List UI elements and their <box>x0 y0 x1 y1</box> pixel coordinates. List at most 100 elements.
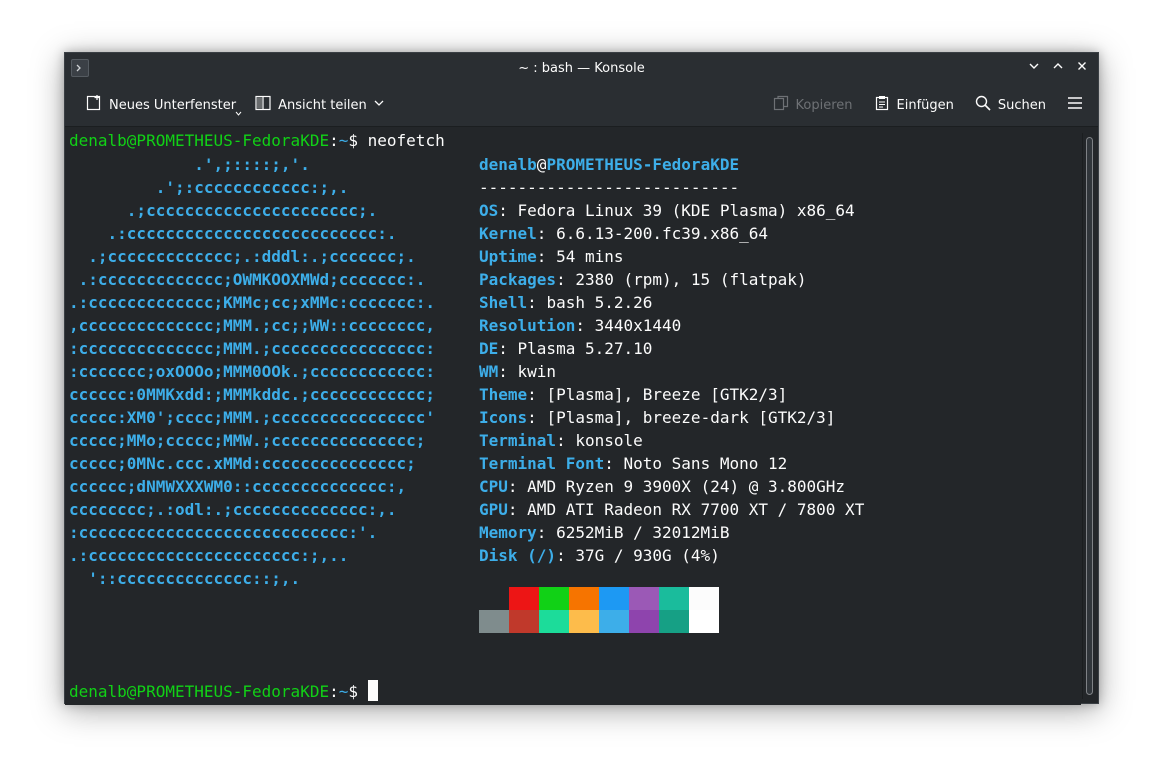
chevron-down-icon <box>373 97 385 113</box>
minimize-button[interactable] <box>1024 58 1044 78</box>
color-swatch <box>539 610 569 633</box>
maximize-button[interactable] <box>1048 58 1068 78</box>
info-row: Resolution: 3440x1440 <box>479 314 864 337</box>
ascii-art-line: .';:cccccccccccc:;,. <box>69 178 349 197</box>
new-tab-button[interactable]: Neues Unterfenster <box>81 90 242 120</box>
copy-label: Kopieren <box>795 97 853 113</box>
color-swatch <box>539 587 569 610</box>
info-value: : 54 mins <box>536 247 624 266</box>
info-key: CPU <box>479 477 508 496</box>
info-key: Uptime <box>479 247 537 266</box>
text-cursor <box>367 680 378 701</box>
info-key: Icons <box>479 408 528 427</box>
info-key: WM <box>479 362 499 381</box>
ascii-art-line: .:cccccccccccccccccccccc:;,.. <box>69 546 349 565</box>
info-row: Theme: [Plasma], Breeze [GTK2/3] <box>479 383 864 406</box>
prompt-directory: ~ <box>338 131 349 150</box>
info-key: Theme <box>479 385 528 404</box>
ascii-art-line: .;ccccccccccccc;.:dddl:.;ccccccc;. <box>69 247 416 266</box>
new-tab-label: Neues Unterfenster <box>109 97 237 113</box>
ascii-art-line: cccccc;dNMWXXXWM0::cccccccccccccc:, <box>69 477 407 496</box>
info-key: Resolution <box>479 316 576 335</box>
prompt-symbol: $ <box>348 682 368 701</box>
search-button[interactable]: Suchen <box>970 90 1050 120</box>
info-at: @ <box>536 155 547 174</box>
prompt-separator: : <box>329 682 339 701</box>
ascii-art-line: .:ccccccccccccc;OWMKOOXMWd;ccccccc:. <box>69 270 426 289</box>
info-row: Uptime: 54 mins <box>479 245 864 268</box>
info-host: PROMETHEUS-FedoraKDE <box>546 155 740 174</box>
color-swatch <box>629 587 659 610</box>
scrollbar-thumb[interactable] <box>1086 137 1093 695</box>
color-swatch <box>509 587 539 610</box>
color-swatch <box>479 610 509 633</box>
info-row: Terminal: konsole <box>479 429 864 452</box>
fedora-ascii-logo: .',;::::;,'. .';:cccccccccccc:;,. .;cccc… <box>69 153 435 590</box>
info-separator: --------------------------- <box>479 178 740 197</box>
info-row: OS: Fedora Linux 39 (KDE Plasma) x86_64 <box>479 199 864 222</box>
info-value: : AMD ATI Radeon RX 7700 XT / 7800 XT <box>507 500 865 519</box>
paste-icon <box>873 94 891 116</box>
color-palette <box>479 587 719 633</box>
ascii-art-line: .:cccccccccccccccccccccccccc:. <box>69 224 397 243</box>
chevron-up-icon <box>1052 60 1064 76</box>
info-key: Disk (/) <box>479 546 557 565</box>
color-swatch <box>689 587 719 610</box>
info-title: denalb@PROMETHEUS-FedoraKDE <box>479 153 864 176</box>
terminal-output[interactable]: denalb@PROMETHEUS-FedoraKDE:~$ neofetch … <box>65 127 1081 705</box>
copy-button[interactable]: Kopieren <box>768 90 857 120</box>
split-view-label: Ansicht teilen <box>278 97 367 113</box>
info-key: Memory <box>479 523 537 542</box>
info-value: : 3440x1440 <box>575 316 682 335</box>
ascii-art-line: cccccc:0MMKxdd:;MMMkddc.;cccccccccccc; <box>69 385 436 404</box>
close-icon <box>1076 60 1088 76</box>
prompt-user-host: denalb@PROMETHEUS-FedoraKDE <box>69 682 330 701</box>
info-value: : kwin <box>498 362 557 381</box>
ascii-art-line: '::cccccccccccccc::;,. <box>69 569 301 588</box>
current-prompt-line[interactable]: denalb@PROMETHEUS-FedoraKDE:~$ <box>69 680 378 703</box>
color-swatch <box>599 610 629 633</box>
info-row: DE: Plasma 5.27.10 <box>479 337 864 360</box>
color-swatch <box>689 610 719 633</box>
split-view-button[interactable]: Ansicht teilen <box>250 90 389 120</box>
info-value: : 6252MiB / 32012MiB <box>536 523 730 542</box>
command-text: neofetch <box>367 131 445 150</box>
info-row: Terminal Font: Noto Sans Mono 12 <box>479 452 864 475</box>
info-user: denalb <box>479 155 537 174</box>
dropdown-indicator-icon <box>235 105 242 120</box>
terminal-app-icon[interactable] <box>71 59 89 77</box>
info-row: WM: kwin <box>479 360 864 383</box>
info-row: Memory: 6252MiB / 32012MiB <box>479 521 864 544</box>
info-key: Packages <box>479 270 557 289</box>
info-row: GPU: AMD ATI Radeon RX 7700 XT / 7800 XT <box>479 498 864 521</box>
prompt-symbol: $ <box>348 131 368 150</box>
window-title: ~ : bash — Konsole <box>518 60 645 76</box>
chevron-down-icon <box>1028 60 1040 76</box>
ascii-art-line: .',;::::;,'. <box>69 155 310 174</box>
vertical-scrollbar[interactable] <box>1082 133 1096 699</box>
info-key: Terminal <box>479 431 557 450</box>
info-key: DE <box>479 339 499 358</box>
info-row: Disk (/): 37G / 930G (4%) <box>479 544 864 567</box>
hamburger-menu-button[interactable] <box>1062 90 1088 120</box>
info-value: : 37G / 930G (4%) <box>556 546 720 565</box>
info-value: : [Plasma], breeze-dark [GTK2/3] <box>527 408 836 427</box>
paste-button[interactable]: Einfügen <box>869 90 958 120</box>
ascii-art-line: ccccc;MMo;ccccc;MMW.;ccccccccccccccc; <box>69 431 426 450</box>
color-swatch <box>659 610 689 633</box>
info-value: : AMD Ryzen 9 3900X (24) @ 3.800GHz <box>507 477 846 496</box>
info-value: : [Plasma], Breeze [GTK2/3] <box>527 385 788 404</box>
ascii-art-line: .:ccccccccccccc;KMMc;cc;xMMc:ccccccc:. <box>69 293 436 312</box>
ascii-art-line: cccccccc;.:odl:.;cccccccccccccc:,. <box>69 500 397 519</box>
info-value: : Fedora Linux 39 (KDE Plasma) x86_64 <box>498 201 855 220</box>
search-label: Suchen <box>997 97 1046 113</box>
info-value: : 6.6.13-200.fc39.x86_64 <box>536 224 768 243</box>
new-tab-icon <box>85 94 103 116</box>
title-bar[interactable]: ~ : bash — Konsole <box>65 53 1098 83</box>
info-key: Shell <box>479 293 528 312</box>
split-view-icon <box>254 94 272 116</box>
color-swatch <box>569 587 599 610</box>
ascii-art-line: ,cccccccccccccc;MMM.;cc;;WW::cccccccc, <box>69 316 436 335</box>
ascii-art-line: :cccccccccccccccccccccccccccc:'. <box>69 523 378 542</box>
close-button[interactable] <box>1072 58 1092 78</box>
